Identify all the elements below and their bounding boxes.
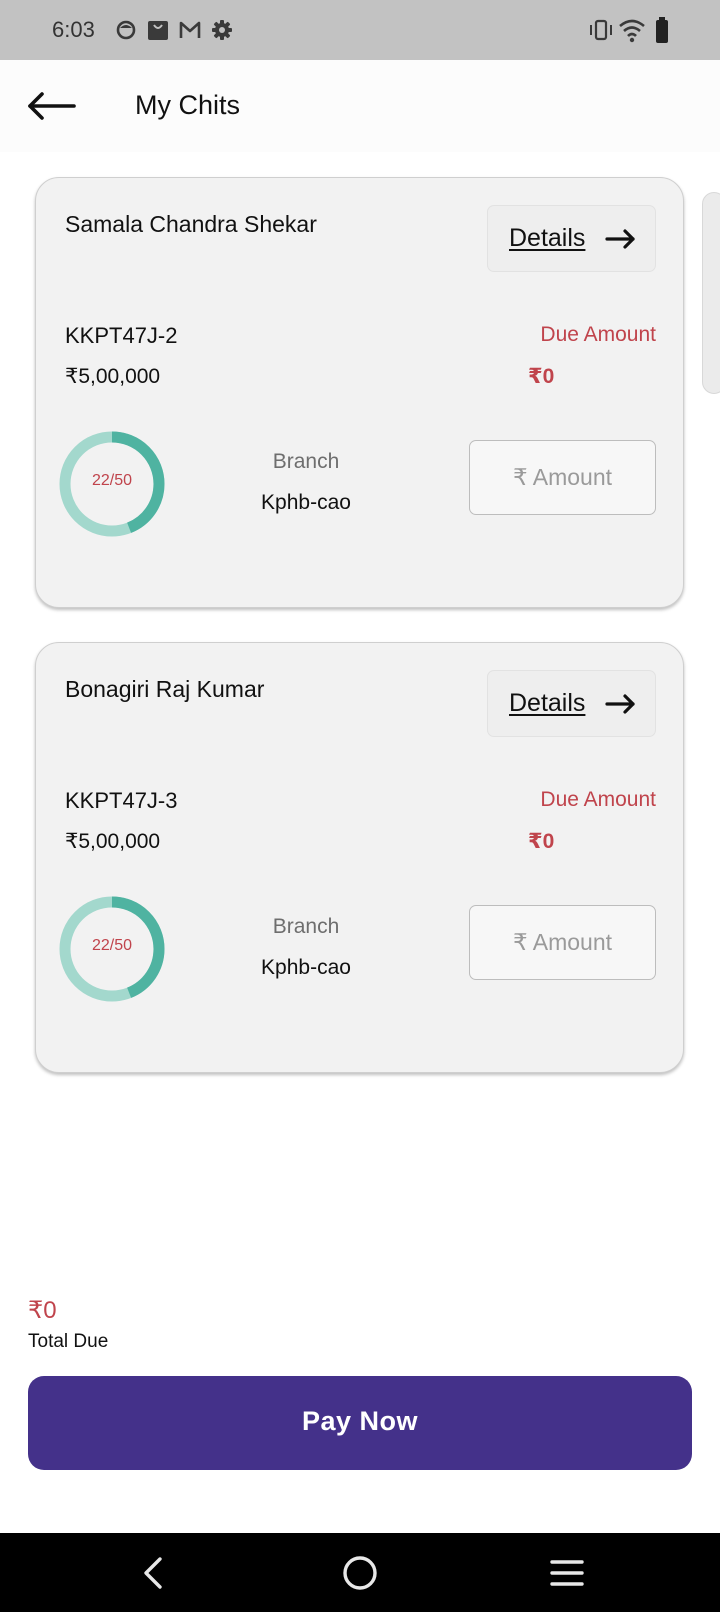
pay-now-button[interactable]: Pay Now	[28, 1376, 692, 1470]
chit-value: ₹5,00,000	[65, 830, 161, 853]
status-time: 6:03	[52, 17, 95, 42]
amount-input[interactable]: ₹ Amount	[469, 905, 656, 980]
face-icon	[116, 20, 136, 40]
chit-card: Bonagiri Raj Kumar Details KKPT47J-3 ₹5,…	[35, 642, 684, 1073]
progress-text: 22/50	[91, 937, 133, 954]
total-due-label: Total Due	[28, 1331, 109, 1352]
branch-value: Kphb-cao	[261, 956, 351, 979]
due-amount-value: ₹0	[528, 365, 555, 388]
amount-input[interactable]: ₹ Amount	[469, 440, 656, 515]
member-name: Bonagiri Raj Kumar	[65, 676, 265, 702]
system-nav-bar	[0, 1533, 720, 1612]
vibrate-icon	[590, 19, 612, 41]
gear-icon	[212, 20, 232, 40]
chit-value: ₹5,00,000	[65, 365, 161, 388]
chit-id: KKPT47J-3	[65, 788, 178, 813]
details-button[interactable]: Details	[487, 205, 656, 272]
arrow-right-icon	[605, 694, 635, 714]
nav-home-icon[interactable]	[338, 1551, 382, 1595]
member-name: Samala Chandra Shekar	[65, 211, 317, 237]
chit-card: Samala Chandra Shekar Details KKPT47J-2 …	[35, 177, 684, 608]
scroll-indicator[interactable]	[702, 192, 720, 394]
details-button[interactable]: Details	[487, 670, 656, 737]
battery-icon	[656, 17, 668, 43]
status-bar: 6:03	[0, 0, 720, 60]
total-due-value: ₹0	[28, 1297, 57, 1324]
nav-menu-icon[interactable]	[545, 1551, 589, 1595]
branch-label: Branch	[272, 915, 340, 938]
arrow-right-icon	[605, 229, 635, 249]
details-label: Details	[509, 689, 586, 717]
branch-label: Branch	[272, 450, 340, 473]
chit-id: KKPT47J-2	[65, 323, 178, 348]
shopping-bag-icon	[148, 21, 168, 40]
details-label: Details	[509, 224, 586, 252]
progress-text: 22/50	[91, 472, 133, 489]
nav-back-icon[interactable]	[132, 1551, 176, 1595]
due-amount-label: Due Amount	[540, 323, 656, 346]
back-arrow-icon[interactable]	[26, 88, 78, 124]
amount-placeholder: ₹ Amount	[512, 464, 613, 490]
app-bar: My Chits	[0, 60, 720, 152]
wifi-icon	[619, 19, 645, 43]
gmail-icon	[179, 21, 201, 38]
branch-value: Kphb-cao	[261, 491, 351, 514]
due-amount-label: Due Amount	[540, 788, 656, 811]
amount-placeholder: ₹ Amount	[512, 929, 613, 955]
due-amount-value: ₹0	[528, 830, 555, 853]
page-title: My Chits	[135, 90, 241, 120]
pay-now-label: Pay Now	[301, 1406, 419, 1436]
